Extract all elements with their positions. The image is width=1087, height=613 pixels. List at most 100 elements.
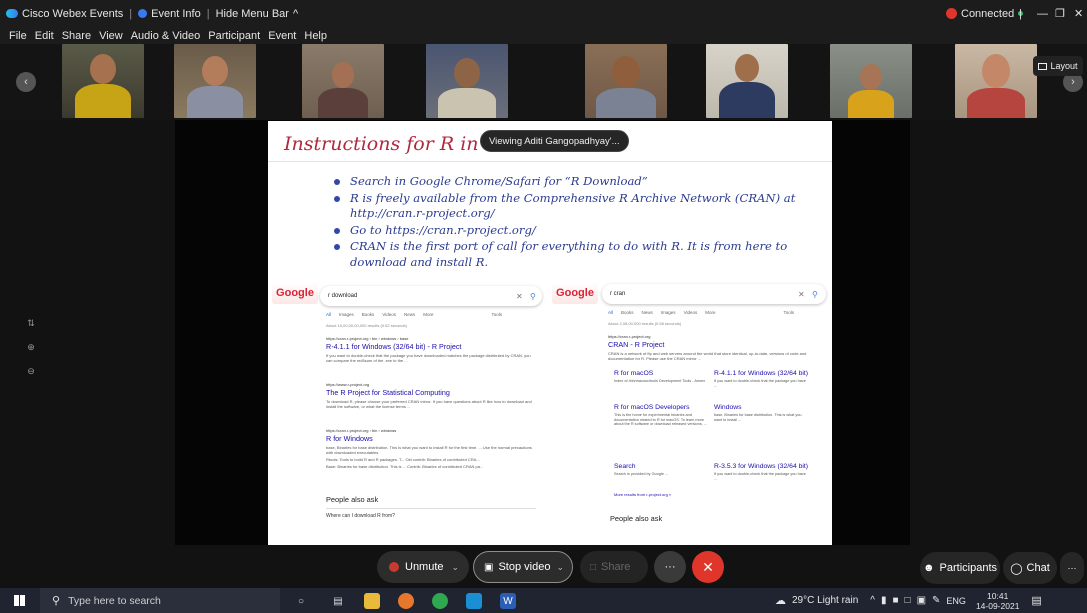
participant-head: [735, 54, 759, 82]
participant-body: [596, 88, 656, 118]
clear-icon: ✕: [516, 291, 523, 301]
slide-bullet-list: Search in Google Chrome/Safari for “R Do…: [334, 174, 804, 271]
word-icon[interactable]: W: [500, 593, 516, 609]
chevron-down-icon: ⌄: [451, 561, 460, 572]
participant-video-tile[interactable]: [706, 44, 788, 118]
participant-video-tile[interactable]: [62, 44, 144, 118]
pen-icon[interactable]: ✎: [932, 595, 940, 606]
chat-button[interactable]: ◯ Chat: [1003, 552, 1057, 584]
file-explorer-icon[interactable]: [364, 593, 380, 609]
more-icon: ···: [1067, 563, 1077, 573]
people-also-ask-heading: People also ask: [326, 495, 379, 504]
webex-taskbar-icon[interactable]: [466, 593, 482, 609]
annotate-icon[interactable]: ⇅: [24, 318, 38, 332]
language-indicator[interactable]: ENG: [946, 596, 966, 606]
taskbar-search-box[interactable]: ⚲ Type here to search: [40, 588, 280, 613]
search-icon: ⚲: [52, 595, 61, 607]
layout-button[interactable]: Layout: [1033, 56, 1083, 76]
menu-share[interactable]: Share: [62, 30, 91, 42]
more-options-button[interactable]: ···: [654, 551, 686, 583]
google-search-screenshot-left: Google r download ✕ ⚲ All Images Books V…: [268, 278, 550, 545]
chevron-up-icon[interactable]: ^: [870, 595, 875, 606]
sitelink: Windows base, Binaries for base distribu…: [714, 404, 802, 422]
participant-body: [187, 86, 243, 118]
menu-event[interactable]: Event: [268, 30, 296, 42]
participant-video-tile[interactable]: [426, 44, 508, 118]
participant-head: [90, 54, 116, 84]
menu-file[interactable]: File: [9, 30, 27, 42]
participant-video-tile[interactable]: [585, 44, 667, 118]
participants-button[interactable]: ☻ Participants: [920, 552, 1000, 584]
layout-icon: [1038, 62, 1048, 70]
close-icon[interactable]: ✕: [1074, 7, 1083, 20]
participant-head: [860, 64, 882, 90]
bluetooth-icon[interactable]: ▮: [881, 595, 887, 606]
zoom-out-icon[interactable]: ⊖: [24, 366, 38, 380]
tab-books: Books: [361, 312, 375, 317]
chrome-icon[interactable]: [432, 593, 448, 609]
strip-prev-button[interactable]: ‹: [16, 72, 36, 92]
minimize-icon[interactable]: —: [1037, 8, 1048, 20]
sitelink: R for macOS Developers This is the home …: [614, 404, 707, 427]
tab-all: All: [326, 312, 332, 317]
clock[interactable]: 10:41 14-09-2021: [976, 591, 1019, 611]
result-stats: About 2,08,00,000 results (0.58 seconds): [608, 321, 682, 326]
title-bar: Cisco Webex Events | Event Info | Hide M…: [0, 0, 1087, 27]
tab-images: Images: [339, 312, 354, 317]
system-tray: ☁ 29°C Light rain ^ ▮ ■ □ ▣ ✎ ENG 10:41 …: [775, 590, 1042, 611]
hide-menu-bar-button[interactable]: Hide Menu Bar ^: [210, 8, 305, 20]
battery-icon[interactable]: ■: [892, 595, 898, 606]
slide-title-divider: [268, 161, 832, 162]
participant-video-tile[interactable]: [302, 44, 384, 118]
zoom-in-icon[interactable]: ⊕: [24, 342, 38, 356]
event-info-button[interactable]: Event Info: [132, 8, 207, 20]
menu-participant[interactable]: Participant: [208, 30, 260, 42]
task-view-icon[interactable]: ▤: [330, 593, 346, 609]
volume-icon[interactable]: ▣: [917, 595, 926, 606]
tab-news: News: [641, 310, 653, 315]
search-icon: ⚲: [812, 289, 818, 299]
participant-video-tile[interactable]: [955, 44, 1037, 118]
participant-video-tile[interactable]: [174, 44, 256, 118]
slide-bullet: CRAN is the first port of call for every…: [334, 239, 804, 270]
info-icon: [138, 9, 148, 18]
firefox-icon[interactable]: [398, 593, 414, 609]
participant-head: [332, 62, 354, 88]
unmute-button[interactable]: Unmute ⌄: [377, 551, 469, 583]
more-results-link: More results from r-project.org »: [614, 492, 672, 497]
shared-slide: Instructions for R in Search in Google C…: [268, 121, 832, 545]
sitelink: Search Search is provided by Google ...: [614, 463, 669, 476]
menu-edit[interactable]: Edit: [35, 30, 54, 42]
restore-icon[interactable]: ❐: [1055, 7, 1065, 20]
cortana-icon[interactable]: ○: [293, 593, 309, 609]
menu-view[interactable]: View: [99, 30, 123, 42]
chevron-down-icon: ⌄: [556, 561, 564, 572]
tab-videos: Videos: [683, 310, 698, 315]
network-icon[interactable]: □: [905, 595, 911, 606]
sitelink: R-3.5.3 for Windows (32/64 bit) If you w…: [714, 463, 809, 481]
panel-more-button[interactable]: ···: [1060, 552, 1084, 584]
share-icon: □: [590, 561, 597, 573]
participant-video-tile[interactable]: [830, 44, 912, 118]
more-icon: ···: [664, 561, 676, 573]
menu-help[interactable]: Help: [304, 30, 327, 42]
record-icon: [946, 8, 957, 19]
google-tabs: All Books News Images Videos More Tools: [608, 310, 794, 315]
notifications-icon[interactable]: ▤: [1031, 594, 1041, 607]
stop-video-button[interactable]: ▣ Stop video ⌄: [473, 551, 573, 583]
leave-meeting-button[interactable]: ✕: [692, 551, 724, 583]
connection-status[interactable]: Connected: [940, 8, 1029, 20]
participant-head: [202, 56, 228, 86]
google-search-box: r download ✕ ⚲: [320, 286, 542, 306]
tab-all: All: [608, 310, 614, 315]
chevron-right-icon: ›: [1071, 76, 1075, 88]
participant-body: [438, 88, 496, 118]
app-title: Cisco Webex Events: [0, 8, 129, 20]
video-camera-icon: ▣: [484, 561, 494, 573]
muted-mic-icon: [389, 562, 399, 572]
meeting-controls: Unmute ⌄ ▣ Stop video ⌄ □ Share ··· ✕ ☻ …: [0, 548, 1087, 586]
menu-audio-video[interactable]: Audio & Video: [131, 30, 201, 42]
windows-start-icon[interactable]: [14, 595, 25, 606]
tab-news: News: [403, 312, 416, 317]
share-button[interactable]: □ Share: [580, 551, 648, 583]
